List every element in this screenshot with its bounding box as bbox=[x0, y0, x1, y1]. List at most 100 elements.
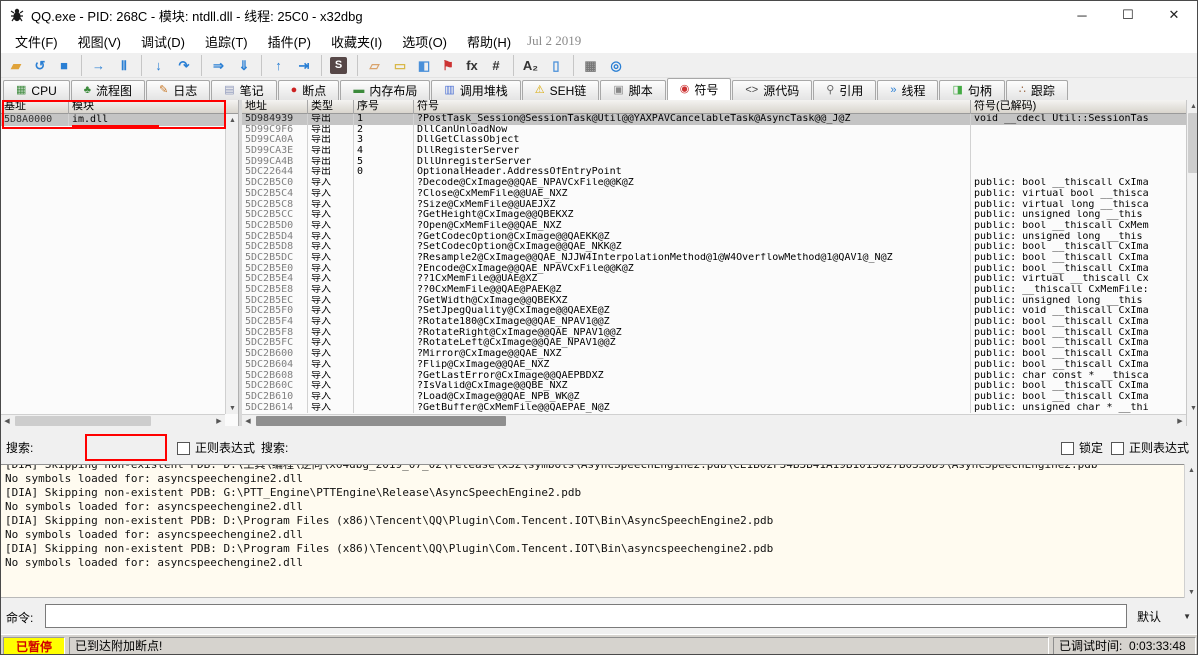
symbol-row[interactable]: 5DC2B5E4 导入 ??1CxMemFile@@UAE@XZ public:… bbox=[242, 274, 1186, 285]
menu-trace[interactable]: 追踪(T) bbox=[195, 29, 258, 54]
command-input[interactable] bbox=[45, 604, 1127, 628]
trace-over-button[interactable]: ⇓ bbox=[233, 55, 255, 76]
calculator-button[interactable]: ▦ bbox=[573, 55, 603, 76]
tab-seh[interactable]: ⚠ SEH链 bbox=[522, 80, 600, 100]
pause-button[interactable]: Ⅱ bbox=[113, 55, 135, 76]
tab-symbols[interactable]: ◉ 符号 bbox=[667, 78, 732, 100]
execute-till-return-button[interactable]: ↑ bbox=[261, 55, 291, 76]
module-vertical-scrollbar[interactable]: ▲ ▼ bbox=[225, 114, 238, 414]
symbol-row[interactable]: 5D984939 导出 1 ?PostTask_Session@SessionT… bbox=[242, 114, 1186, 125]
strings-button[interactable]: A₂ bbox=[513, 55, 543, 76]
menu-favourites[interactable]: 收藏夹(I) bbox=[321, 29, 392, 54]
symbol-row[interactable]: 5DC2B5C0 导入 ?Decode@CxImage@@QAE_NPAVCxF… bbox=[242, 178, 1186, 189]
symbol-row[interactable]: 5DC2B5FC 导入 ?RotateLeft@CxImage@@QAE_NPA… bbox=[242, 338, 1186, 349]
column-header-module[interactable]: 模块 bbox=[69, 100, 226, 114]
tab-call-stack[interactable]: ▥ 调用堆栈 bbox=[431, 80, 520, 100]
log-vertical-scrollbar[interactable]: ▲ ▼ bbox=[1184, 464, 1197, 598]
scrollbar-thumb[interactable] bbox=[15, 416, 151, 426]
label-button[interactable]: ◧ bbox=[413, 55, 435, 76]
menu-debug[interactable]: 调试(D) bbox=[131, 29, 195, 54]
column-header-symbol[interactable]: 符号 bbox=[414, 100, 971, 114]
scroll-down-icon[interactable]: ▼ bbox=[1185, 586, 1198, 598]
maximize-icon[interactable]: ☐ bbox=[1105, 1, 1151, 29]
symbol-vertical-scrollbar[interactable]: ▲ ▼ bbox=[1186, 100, 1198, 426]
tab-handles[interactable]: ◨ 句柄 bbox=[939, 80, 1004, 100]
scroll-up-icon[interactable]: ▲ bbox=[1187, 100, 1198, 112]
column-header-type[interactable]: 类型 bbox=[308, 100, 354, 114]
symbol-row[interactable]: 5DC2B5CC 导入 ?GetHeight@CxImage@@QBEKXZ p… bbox=[242, 210, 1186, 221]
lock-checkbox[interactable] bbox=[1061, 442, 1074, 455]
symbol-row[interactable]: 5DC2B5C8 导入 ?Size@CxMemFile@@UAEJXZ publ… bbox=[242, 200, 1186, 211]
phone-button[interactable]: ▯ bbox=[545, 55, 567, 76]
run-to-user-code-button[interactable]: ⇥ bbox=[293, 55, 315, 76]
column-header-base[interactable]: 基址 bbox=[1, 100, 69, 114]
tab-graph[interactable]: ♣ 流程图 bbox=[71, 80, 145, 100]
hash-button[interactable]: # bbox=[485, 55, 507, 76]
scroll-up-icon[interactable]: ▲ bbox=[226, 114, 239, 126]
symbol-row[interactable]: 5DC2B600 导入 ?Mirror@CxImage@@QAE_NXZ pub… bbox=[242, 349, 1186, 360]
scroll-up-icon[interactable]: ▲ bbox=[1185, 464, 1198, 476]
globe-button[interactable]: ◎ bbox=[605, 55, 627, 76]
script-button[interactable]: S bbox=[321, 55, 351, 76]
regex-checkbox[interactable] bbox=[177, 442, 190, 455]
symbol-row[interactable]: 5DC2B608 导入 ?GetLastError@CxImage@@QAEPB… bbox=[242, 371, 1186, 382]
symbol-row[interactable]: 5DC2B5D4 导入 ?GetCodecOption@CxImage@@QAE… bbox=[242, 232, 1186, 243]
module-row[interactable]: 5D8A0000 im.dll bbox=[1, 114, 225, 126]
symbol-row[interactable]: 5DC2B5E8 导入 ??0CxMemFile@@QAE@PAEK@Z pub… bbox=[242, 285, 1186, 296]
menu-options[interactable]: 选项(O) bbox=[392, 29, 457, 54]
symbol-row[interactable]: 5DC2B60C 导入 ?IsValid@CxImage@@QBE_NXZ pu… bbox=[242, 381, 1186, 392]
symbol-row[interactable]: 5DC2B5D0 导入 ?Open@CxMemFile@@QAE_NXZ pub… bbox=[242, 221, 1186, 232]
comment-button[interactable]: ▭ bbox=[389, 55, 411, 76]
tab-source[interactable]: <> 源代码 bbox=[732, 80, 812, 100]
menu-file[interactable]: 文件(F) bbox=[5, 29, 68, 54]
regex2-checkbox[interactable] bbox=[1111, 442, 1124, 455]
restart-button[interactable]: ↺ bbox=[29, 55, 51, 76]
close-button[interactable]: ■ bbox=[53, 55, 75, 76]
trace-into-button[interactable]: ⇒ bbox=[201, 55, 231, 76]
column-header-symbol-undecorated[interactable]: 符号(已解码) bbox=[971, 100, 1186, 114]
symbol-row[interactable]: 5DC2B5D8 导入 ?SetCodecOption@CxImage@@QAE… bbox=[242, 242, 1186, 253]
minimize-icon[interactable]: ─ bbox=[1059, 1, 1105, 29]
column-header-address[interactable]: 地址 bbox=[242, 100, 308, 114]
symbol-row[interactable]: 5D99CA0A 导出 3 DllGetClassObject bbox=[242, 135, 1186, 146]
tab-cpu[interactable]: ▦ CPU bbox=[3, 80, 70, 100]
symbol-row[interactable]: 5D99C9F6 导出 2 DllCanUnloadNow bbox=[242, 125, 1186, 136]
menu-view[interactable]: 视图(V) bbox=[68, 29, 131, 54]
symbol-row[interactable]: 5DC22644 导出 0 OptionalHeader.AddressOfEn… bbox=[242, 167, 1186, 178]
patches-button[interactable]: ▱ bbox=[357, 55, 387, 76]
scroll-down-icon[interactable]: ▼ bbox=[226, 402, 239, 414]
symbol-horizontal-scrollbar[interactable]: ◀ ▶ bbox=[242, 414, 1186, 426]
step-into-button[interactable]: ↓ bbox=[141, 55, 171, 76]
module-horizontal-scrollbar[interactable]: ◀ ▶ bbox=[1, 414, 225, 426]
symbol-row[interactable]: 5D99CA4B 导出 5 DllUnregisterServer bbox=[242, 157, 1186, 168]
symbol-row[interactable]: 5DC2B614 导入 ?GetBuffer@CxMemFile@@QAEPAE… bbox=[242, 403, 1186, 414]
symbol-row[interactable]: 5DC2B5DC 导入 ?Resample2@CxImage@@QAE_NJJW… bbox=[242, 253, 1186, 264]
tab-references[interactable]: ⚲ 引用 bbox=[813, 80, 876, 100]
open-file-button[interactable]: ▰ bbox=[5, 55, 27, 76]
tab-script[interactable]: ▣ 脚本 bbox=[600, 80, 665, 100]
step-over-button[interactable]: ↷ bbox=[173, 55, 195, 76]
symbol-row[interactable]: 5DC2B5F4 导入 ?Rotate180@CxImage@@QAE_NPAV… bbox=[242, 317, 1186, 328]
symbol-row[interactable]: 5DC2B5F8 导入 ?RotateRight@CxImage@@QAE_NP… bbox=[242, 328, 1186, 339]
symbol-row[interactable]: 5D99CA3E 导出 4 DllRegisterServer bbox=[242, 146, 1186, 157]
close-icon[interactable]: ✕ bbox=[1151, 1, 1197, 29]
command-profile-select[interactable]: 默认 ▼ bbox=[1133, 604, 1195, 628]
symbol-row[interactable]: 5DC2B5EC 导入 ?GetWidth@CxImage@@QBEKXZ pu… bbox=[242, 296, 1186, 307]
bookmark-button[interactable]: ⚑ bbox=[437, 55, 459, 76]
tab-breakpoints[interactable]: ● 断点 bbox=[278, 80, 340, 100]
symbol-row[interactable]: 5DC2B5E0 导入 ?Encode@CxImage@@QAE_NPAVCxF… bbox=[242, 264, 1186, 275]
scroll-down-icon[interactable]: ▼ bbox=[1187, 402, 1198, 414]
tab-trace[interactable]: ∴ 跟踪 bbox=[1006, 80, 1068, 100]
tab-log[interactable]: ✎ 日志 bbox=[146, 80, 210, 100]
tab-memory-map[interactable]: ▬ 内存布局 bbox=[340, 80, 430, 100]
tab-notes[interactable]: ▤ 笔记 bbox=[211, 80, 276, 100]
function-button[interactable]: fx bbox=[461, 55, 483, 76]
symbol-row[interactable]: 5DC2B5F0 导入 ?SetJpegQuality@CxImage@@QAE… bbox=[242, 306, 1186, 317]
menu-plugins[interactable]: 插件(P) bbox=[258, 29, 321, 54]
column-header-ordinal[interactable]: 序号 bbox=[354, 100, 414, 114]
symbol-row[interactable]: 5DC2B610 导入 ?Load@CxImage@@QAE_NPB_WK@Z … bbox=[242, 392, 1186, 403]
run-button[interactable]: → bbox=[81, 55, 111, 76]
tab-threads[interactable]: » 线程 bbox=[877, 80, 938, 100]
scrollbar-thumb[interactable] bbox=[1188, 113, 1198, 173]
scrollbar-thumb[interactable] bbox=[256, 416, 506, 426]
